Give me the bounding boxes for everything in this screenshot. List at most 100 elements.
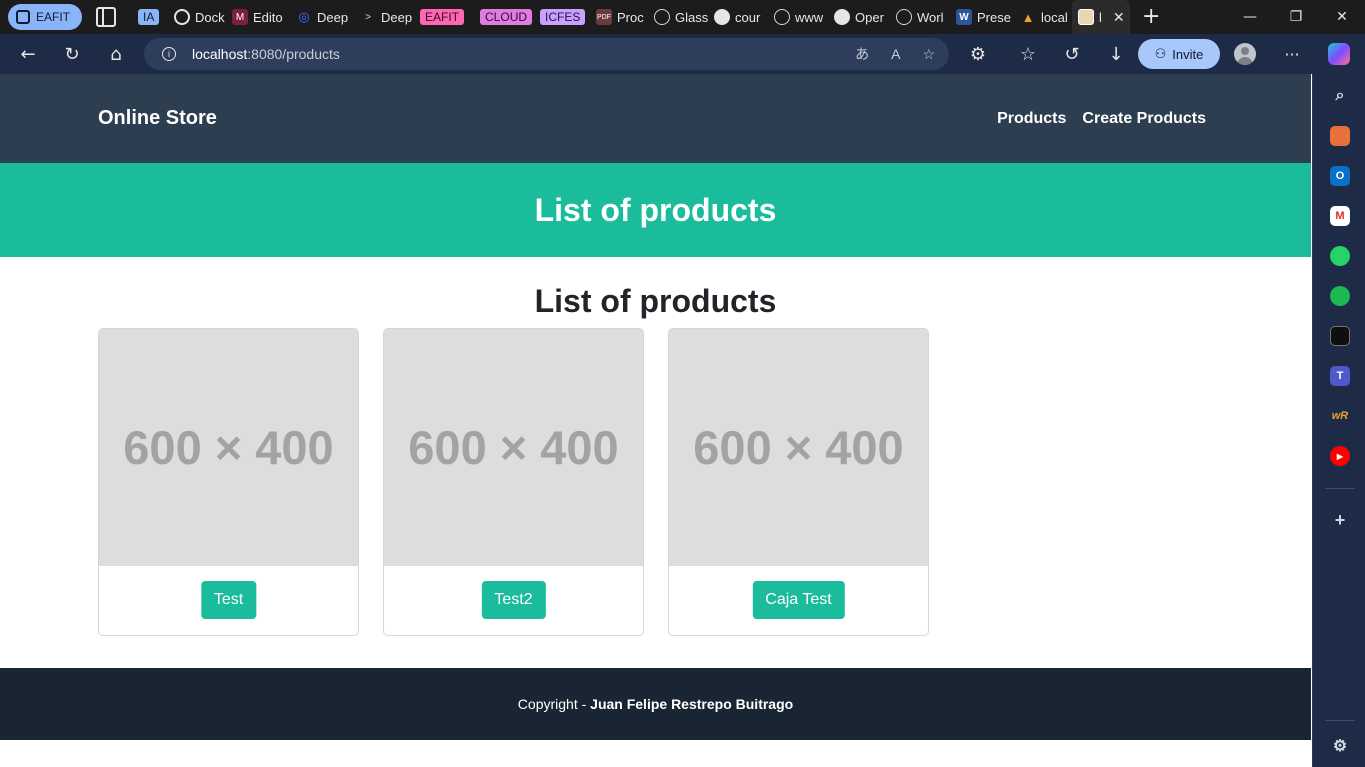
- product-image-placeholder: 600 × 400: [669, 329, 928, 566]
- spotify-icon[interactable]: [1330, 286, 1350, 306]
- site-brand[interactable]: Online Store: [98, 107, 217, 130]
- url-path: :8080/products: [247, 46, 340, 62]
- product-card: 600 × 400 Test2: [383, 328, 644, 636]
- tab-label: Glass: [675, 9, 709, 25]
- tab-list: IA Dock M Edito ◎ Deep > Deep EAFIT CLOU…: [132, 0, 1131, 34]
- tab-course[interactable]: cour: [708, 0, 768, 34]
- tab-dock[interactable]: Dock: [168, 0, 226, 34]
- refresh-icon[interactable]: ↻: [54, 38, 90, 70]
- tab-label: EAFIT: [420, 9, 465, 25]
- edge-sidebar: ⌕ O M T wR ▶ + ⚙: [1312, 74, 1365, 767]
- tab-active[interactable]: l ✕: [1072, 0, 1131, 34]
- close-tab-icon[interactable]: ✕: [1113, 9, 1125, 26]
- history-icon[interactable]: ↺: [1054, 38, 1090, 70]
- product-button[interactable]: Caja Test: [752, 581, 845, 619]
- tab-deepseek[interactable]: ◎ Deep: [290, 0, 354, 34]
- tab-deep-terminal[interactable]: > Deep: [354, 0, 414, 34]
- chatgpt-icon[interactable]: [1330, 326, 1350, 346]
- tab-label: Dock: [195, 9, 225, 25]
- more-options-icon[interactable]: ···: [1280, 38, 1304, 70]
- tab-editor[interactable]: M Edito: [226, 0, 290, 34]
- tab-label: Deep: [381, 9, 413, 25]
- tab-glass[interactable]: Glass: [648, 0, 708, 34]
- add-icon[interactable]: +: [1330, 510, 1350, 530]
- address-bar[interactable]: i localhost :8080/products あ A ☆: [144, 38, 949, 70]
- youtube-icon[interactable]: ▶: [1330, 446, 1350, 466]
- tab-open[interactable]: Oper: [828, 0, 890, 34]
- profile-avatar[interactable]: [1234, 43, 1256, 65]
- site-footer: Copyright - Juan Felipe Restrepo Buitrag…: [0, 668, 1311, 740]
- home-icon[interactable]: ⌂: [98, 38, 134, 70]
- browser-toolbar: ← ↻ ⌂ i localhost :8080/products あ A ☆ ⚙…: [0, 34, 1365, 74]
- deepseek-icon: ◎: [298, 9, 310, 24]
- settings-gear-icon[interactable]: ⚙: [1330, 736, 1350, 756]
- address-bar-actions: あ A ☆: [855, 38, 935, 70]
- favorites-icon[interactable]: ☆: [1010, 38, 1046, 70]
- tab-www[interactable]: www: [768, 0, 828, 34]
- minimize-icon[interactable]: —: [1227, 0, 1273, 34]
- whatsapp-icon[interactable]: [1330, 246, 1350, 266]
- teams-icon[interactable]: T: [1330, 366, 1350, 386]
- tab-cloud[interactable]: CLOUD: [474, 0, 534, 34]
- site-navbar: Online Store Products Create Products: [0, 74, 1311, 163]
- sidebar-divider: [1325, 720, 1355, 721]
- back-arrow-icon[interactable]: ←: [10, 38, 46, 70]
- extensions-icon[interactable]: ⚙: [960, 38, 996, 70]
- gmail-icon[interactable]: M: [1330, 206, 1350, 226]
- workspaces-icon: [16, 10, 30, 24]
- tab-presentation[interactable]: W Prese: [950, 0, 1014, 34]
- tab-localhost[interactable]: ▲ local: [1014, 0, 1072, 34]
- tab-ia[interactable]: IA: [132, 0, 168, 34]
- page-viewport: Online Store Products Create Products Li…: [0, 74, 1311, 767]
- product-card: 600 × 400 Test: [98, 328, 359, 636]
- close-window-icon[interactable]: ✕: [1319, 0, 1365, 34]
- invite-icon: ⚇: [1154, 46, 1167, 61]
- terminal-icon: >: [365, 11, 371, 23]
- restore-icon[interactable]: ❐: [1273, 0, 1319, 34]
- invite-button[interactable]: ⚇ Invite: [1138, 39, 1220, 69]
- outlook-icon[interactable]: O: [1330, 166, 1350, 186]
- nav-link-create-products[interactable]: Create Products: [1082, 110, 1206, 128]
- wordreference-icon[interactable]: wR: [1330, 406, 1350, 426]
- product-button[interactable]: Test2: [481, 581, 546, 619]
- new-tab-button[interactable]: +: [1142, 0, 1160, 34]
- tab-label: Prese: [977, 9, 1011, 25]
- tab-icfes[interactable]: ICFES: [534, 0, 590, 34]
- page-header-banner: List of products: [0, 163, 1311, 257]
- favorite-star-icon[interactable]: ☆: [922, 46, 935, 63]
- workspace-profile-button[interactable]: EAFIT: [8, 4, 83, 30]
- tab-actions-icon[interactable]: [96, 7, 117, 27]
- product-image-placeholder: 600 × 400: [384, 329, 643, 566]
- tab-label: local: [1041, 9, 1068, 25]
- downloads-icon[interactable]: ↓: [1098, 38, 1134, 70]
- url-host: localhost: [192, 46, 248, 62]
- toolbox-icon[interactable]: [1330, 126, 1350, 146]
- m-logo-icon: M: [232, 9, 249, 25]
- copilot-icon[interactable]: [1328, 43, 1350, 65]
- read-aloud-icon[interactable]: A: [891, 46, 900, 62]
- browser-tab-strip: EAFIT IA Dock M Edito ◎ Deep > Deep EAFI…: [0, 0, 1365, 34]
- section-title: List of products: [534, 283, 777, 319]
- site-info-icon[interactable]: i: [162, 47, 176, 61]
- nav-link-products[interactable]: Products: [997, 110, 1066, 128]
- tab-eafit[interactable]: EAFIT: [414, 0, 474, 34]
- tab-proc[interactable]: PDF Proc: [590, 0, 648, 34]
- tab-label: Deep: [317, 9, 349, 25]
- word-icon: W: [956, 9, 973, 25]
- page-title: List of products: [534, 191, 777, 228]
- tab-label: cour: [735, 9, 761, 25]
- tab-label: www: [795, 9, 824, 25]
- workspace-profile-label: EAFIT: [36, 10, 71, 24]
- invite-label: Invite: [1172, 46, 1204, 62]
- search-icon[interactable]: ⌕: [1330, 86, 1350, 106]
- footer-copyright-prefix: Copyright -: [517, 696, 591, 712]
- window-controls: — ❐ ✕: [1227, 0, 1365, 34]
- product-button[interactable]: Test: [200, 581, 257, 619]
- tab-label: Proc: [617, 9, 644, 25]
- site-nav-links: Products Create Products: [997, 110, 1206, 128]
- footer-author: Juan Felipe Restrepo Buitrago: [590, 696, 794, 712]
- tab-label: IA: [138, 9, 160, 25]
- tab-world[interactable]: Worl: [890, 0, 950, 34]
- translate-icon[interactable]: あ: [855, 44, 869, 64]
- chatgpt-icon: [174, 9, 191, 25]
